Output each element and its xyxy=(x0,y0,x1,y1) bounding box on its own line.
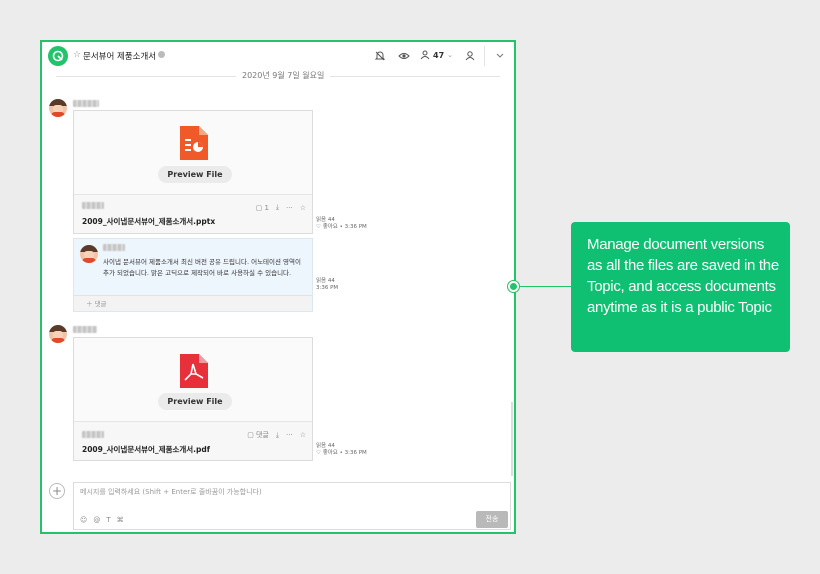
message-composer[interactable]: 메시지를 입력하세요 (Shift + Enter로 줄바꿈이 가능합니다) ☺… xyxy=(73,482,511,530)
comment-text: 사이냅 문서뷰어 제품소개서 최신 버전 공유 드립니다. 어노테이션 영역이 … xyxy=(103,258,301,277)
message-input[interactable]: 메시지를 입력하세요 (Shift + Enter로 줄바꿈이 가능합니다) xyxy=(80,487,262,497)
chevron-down-icon[interactable] xyxy=(496,51,504,59)
message-meta: 읽음 44 ♡ 좋아요 • 3:36 PM xyxy=(316,217,367,230)
member-count-button[interactable]: 47 ⌄ xyxy=(420,50,453,60)
bell-icon[interactable] xyxy=(374,50,386,62)
sender-name xyxy=(73,326,97,333)
topic-title: 문서뷰어 제품소개서 xyxy=(83,52,157,62)
avatar[interactable] xyxy=(49,99,67,117)
date-divider: 2020년 9월 7일 월요일 xyxy=(56,70,500,84)
file-preview: Preview File xyxy=(74,111,312,195)
preview-file-button[interactable]: Preview File xyxy=(158,393,232,410)
message-meta: 읽음 44 3:36 PM xyxy=(316,278,338,292)
download-icon[interactable]: ⤓ xyxy=(276,203,279,212)
member-count: 47 xyxy=(433,50,445,60)
message-meta: 읽음 44 ♡ 좋아요 • 3:36 PM xyxy=(316,443,367,456)
avatar[interactable] xyxy=(80,245,98,263)
date-label: 2020년 9월 7일 월요일 xyxy=(236,70,331,81)
sender-name xyxy=(73,100,99,107)
callout-connector xyxy=(516,286,572,287)
scrollbar[interactable] xyxy=(511,402,513,476)
file-comment: 사이냅 문서뷰어 제품소개서 최신 버전 공유 드립니다. 어노테이션 영역이 … xyxy=(73,238,313,312)
plus-icon[interactable]: + xyxy=(49,483,65,499)
file-card[interactable]: Preview File ▢ 1 ⤓ ··· ☆ 2009_사이냅문서뷰어_제품… xyxy=(73,110,313,234)
mention-icon[interactable]: @ xyxy=(93,516,100,524)
topic-logo-icon xyxy=(48,46,68,66)
more-icon[interactable]: ··· xyxy=(286,431,293,439)
uploader-name xyxy=(82,202,104,209)
star-icon[interactable]: ☆ xyxy=(73,50,81,60)
topic-header: ☆ 문서뷰어 제품소개서 47 ⌄ xyxy=(42,42,514,70)
pptx-file-icon xyxy=(180,126,208,160)
text-format-icon[interactable]: T xyxy=(106,516,110,524)
integration-icon[interactable]: ⌘ xyxy=(117,516,124,524)
uploader-name xyxy=(82,431,104,438)
file-actions: ▢ 댓글 ⤓ ··· ☆ xyxy=(247,430,306,440)
bookmark-star-icon[interactable]: ☆ xyxy=(300,204,306,212)
more-icon[interactable]: ··· xyxy=(286,204,293,212)
file-actions: ▢ 1 ⤓ ··· ☆ xyxy=(256,203,306,212)
header-divider xyxy=(484,46,485,66)
read-count[interactable]: 읽음 44 xyxy=(316,217,367,224)
like-label[interactable]: 좋아요 xyxy=(323,450,338,456)
message-time: 3:36 PM xyxy=(316,285,339,291)
eye-icon[interactable] xyxy=(398,50,410,62)
download-icon[interactable]: ⤓ xyxy=(276,431,279,440)
like-icon[interactable]: ♡ xyxy=(316,450,323,456)
comment-label: 댓글 xyxy=(256,431,269,439)
add-member-icon[interactable] xyxy=(464,50,476,62)
file-name[interactable]: 2009_사이냅문서뷰어_제품소개서.pptx xyxy=(82,216,215,227)
comment-icon[interactable]: ▢ 1 xyxy=(256,204,269,212)
file-card[interactable]: Preview File ▢ 댓글 ⤓ ··· ☆ 2009_사이냅문서뷰어_제… xyxy=(73,337,313,461)
callout-dot xyxy=(508,281,519,292)
like-icon[interactable]: ♡ xyxy=(316,224,323,230)
messenger-window: ☆ 문서뷰어 제품소개서 47 ⌄ 2020년 9월 7일 월요일 Previe… xyxy=(40,40,516,534)
file-name[interactable]: 2009_사이냅문서뷰어_제품소개서.pdf xyxy=(82,444,210,455)
read-count[interactable]: 읽음 44 xyxy=(316,278,338,285)
message-time: 3:36 PM xyxy=(344,224,367,230)
avatar[interactable] xyxy=(49,325,67,343)
bookmark-star-icon[interactable]: ☆ xyxy=(300,431,306,439)
like-label[interactable]: 좋아요 xyxy=(323,224,338,230)
composer-tools: ☺ @ T ⌘ xyxy=(80,516,124,524)
callout-box: Manage document versions as all the file… xyxy=(571,222,790,352)
comment-icon[interactable]: ▢ 댓글 xyxy=(247,430,269,440)
chevron-down-icon: ⌄ xyxy=(447,51,454,59)
commenter-name xyxy=(103,244,125,251)
preview-file-button[interactable]: Preview File xyxy=(158,166,232,183)
send-button[interactable]: 전송 xyxy=(476,511,508,528)
read-count[interactable]: 읽음 44 xyxy=(316,443,367,450)
reply-button[interactable]: ＋ 댓글 xyxy=(74,295,312,311)
emoji-icon[interactable]: ☺ xyxy=(80,516,87,524)
member-icon xyxy=(420,50,430,60)
reply-label: 댓글 xyxy=(94,300,107,308)
message-time: 3:36 PM xyxy=(344,450,367,456)
pdf-file-icon xyxy=(180,354,208,388)
info-icon[interactable] xyxy=(158,51,165,58)
file-preview: Preview File xyxy=(74,338,312,422)
comment-count: 1 xyxy=(264,203,269,212)
